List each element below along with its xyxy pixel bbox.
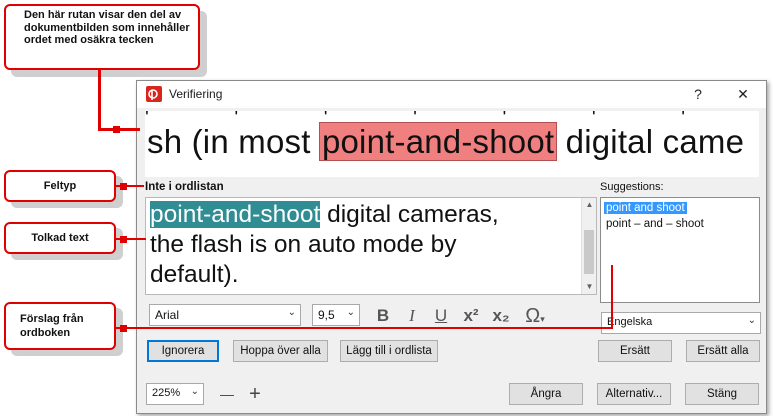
close-button[interactable]: Stäng <box>685 383 759 405</box>
undo-button[interactable]: Ångra <box>509 383 583 405</box>
suggestions-list[interactable]: point and shoot point – and – shoot <box>600 197 760 303</box>
app-logo-icon <box>146 86 162 102</box>
callout-dot <box>120 325 127 332</box>
callout-connector <box>116 327 613 329</box>
callout-suggestions: Förslag från ordboken <box>4 302 116 350</box>
underline-button[interactable]: U <box>429 305 453 327</box>
bold-button[interactable]: B <box>371 305 395 327</box>
recognized-text-editor[interactable]: point-and-shoot digital cameras, the fla… <box>145 197 597 295</box>
add-to-dictionary-button[interactable]: Lägg till i ordlista <box>340 340 438 362</box>
document-image-preview: ' ' ' ' ' ' ' ' ' ' sh (in most point-an… <box>145 111 759 177</box>
callout-recognized-text: Tolkad text <box>4 222 116 254</box>
callout-dot <box>113 126 120 133</box>
recognized-text[interactable]: point-and-shoot digital cameras, the fla… <box>150 200 580 290</box>
chevron-down-icon: ⌄ <box>190 386 199 397</box>
font-size-select[interactable]: 9,5 ⌄ <box>312 304 360 326</box>
replace-button[interactable]: Ersätt <box>598 340 672 362</box>
scroll-up-icon[interactable]: ▲ <box>582 198 597 212</box>
font-select[interactable]: Arial ⌄ <box>149 304 301 326</box>
zoom-out-button[interactable]: — <box>218 384 236 404</box>
verification-dialog: Verifiering ? ✕ ' ' ' ' ' ' ' ' ' ' sh (… <box>136 80 767 414</box>
italic-button[interactable]: I <box>400 305 424 327</box>
callout-image-preview: Den här rutan visar den del av dokumentb… <box>4 4 200 70</box>
chevron-down-icon: ⌄ <box>287 307 296 318</box>
window-title: Verifiering <box>169 87 223 101</box>
scroll-thumb[interactable] <box>584 230 594 274</box>
suggestion-item[interactable]: point – and – shoot <box>604 218 706 230</box>
special-character-button[interactable]: Ω▾ <box>518 305 552 327</box>
options-button[interactable]: Alternativ... <box>597 383 671 405</box>
suggestion-item[interactable]: point and shoot <box>604 202 687 214</box>
image-text-line: sh (in most point-and-shoot digital came <box>147 122 745 161</box>
ignore-button[interactable]: Ignorera <box>147 340 219 362</box>
scroll-down-icon[interactable]: ▼ <box>582 280 597 294</box>
language-select[interactable]: Engelska ⌄ <box>601 312 761 334</box>
callout-error-type: Feltyp <box>4 170 116 202</box>
callout-connector <box>611 265 613 329</box>
superscript-button[interactable]: x² <box>459 305 483 327</box>
help-button[interactable]: ? <box>687 84 709 104</box>
replace-all-button[interactable]: Ersätt alla <box>686 340 760 362</box>
selected-word[interactable]: point-and-shoot <box>150 201 321 228</box>
chevron-down-icon: ⌄ <box>346 307 355 318</box>
text-fragment-bottom: - - - - - - - - - - <box>145 169 759 177</box>
zoom-in-button[interactable]: + <box>246 384 264 404</box>
subscript-button[interactable]: x₂ <box>489 305 513 327</box>
skip-all-button[interactable]: Hoppa över alla <box>233 340 328 362</box>
uncertain-word-highlight: point-and-shoot <box>318 122 558 161</box>
chevron-down-icon: ⌄ <box>747 315 756 326</box>
close-window-button[interactable]: ✕ <box>732 84 754 104</box>
zoom-select[interactable]: 225% ⌄ <box>146 383 204 405</box>
error-type-label: Inte i ordlistan <box>145 181 224 193</box>
callout-connector <box>98 69 101 131</box>
editor-scrollbar[interactable]: ▲ ▼ <box>581 198 596 294</box>
suggestions-label: Suggestions: <box>600 181 664 193</box>
title-bar: Verifiering ? ✕ <box>137 81 766 108</box>
callout-dot <box>120 183 127 190</box>
callout-dot <box>120 236 127 243</box>
